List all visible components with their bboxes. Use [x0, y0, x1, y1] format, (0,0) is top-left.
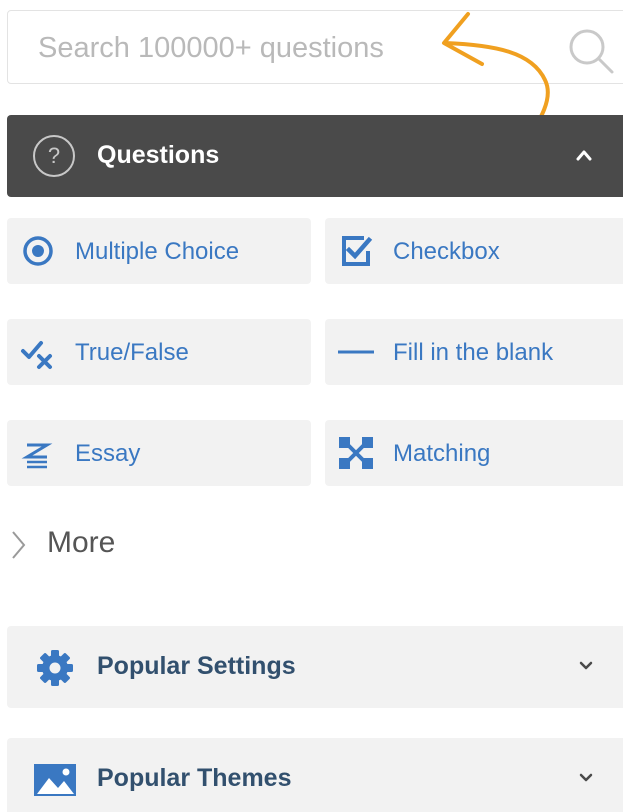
chevron-down-icon[interactable]	[578, 658, 594, 674]
popular-themes-label: Popular Themes	[97, 764, 292, 792]
essay-lines-icon	[21, 443, 53, 469]
chevron-right-icon	[12, 531, 26, 559]
popular-settings-header[interactable]: Popular Settings	[7, 626, 623, 708]
question-type-checkbox[interactable]: Checkbox	[325, 218, 623, 284]
question-type-multiple-choice[interactable]: Multiple Choice	[7, 218, 311, 284]
popular-settings-label: Popular Settings	[97, 652, 296, 680]
chevron-up-icon[interactable]	[574, 145, 594, 165]
search-bar[interactable]	[7, 10, 623, 84]
question-type-true-false[interactable]: True/False	[7, 319, 311, 385]
question-type-label: Multiple Choice	[75, 238, 240, 265]
question-type-essay[interactable]: Essay	[7, 420, 311, 486]
question-type-label: Checkbox	[393, 238, 500, 265]
questions-panel-header[interactable]: ? Questions	[7, 115, 623, 197]
checkbox-icon	[342, 236, 373, 266]
more-label: More	[47, 526, 116, 559]
gear-icon	[37, 650, 73, 686]
question-type-label: Fill in the blank	[393, 339, 554, 366]
search-input[interactable]	[38, 29, 518, 67]
radio-button-icon	[23, 236, 53, 266]
question-type-label: Essay	[75, 440, 141, 467]
question-type-label: True/False	[75, 339, 189, 366]
dash-icon	[338, 350, 374, 354]
questions-panel-title: Questions	[97, 141, 220, 169]
help-icon: ?	[33, 135, 75, 177]
question-type-matching[interactable]: Matching	[325, 420, 623, 486]
chevron-down-icon[interactable]	[578, 770, 594, 786]
popular-themes-header[interactable]: Popular Themes	[7, 738, 623, 812]
question-type-label: Matching	[393, 440, 491, 467]
matching-icon	[339, 437, 373, 469]
check-cross-icon	[21, 341, 52, 369]
more-toggle[interactable]: More	[7, 522, 207, 566]
question-type-fill-in-the-blank[interactable]: Fill in the blank	[325, 319, 623, 385]
image-icon	[34, 764, 76, 796]
search-icon[interactable]	[564, 25, 616, 77]
